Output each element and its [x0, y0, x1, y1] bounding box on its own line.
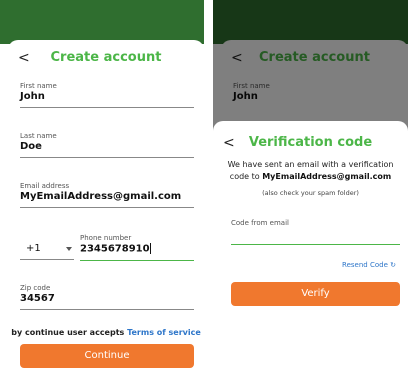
last-name-value[interactable]: Doe	[20, 141, 194, 153]
zip-code-value[interactable]: 34567	[20, 293, 194, 305]
first-name-underline	[20, 107, 194, 108]
country-code-value: +1	[26, 243, 41, 254]
email-label: Email address	[20, 182, 70, 190]
first-name-field[interactable]: First name John	[20, 82, 194, 108]
phone-number-value[interactable]: 2345678910	[80, 243, 194, 256]
verification-message: We have sent an email with a verificatio…	[223, 159, 398, 183]
terms-prefix: by continue user accepts	[11, 328, 125, 337]
last-name-label: Last name	[20, 132, 57, 140]
verification-sheet: < Verification code We have sent an emai…	[213, 121, 408, 375]
top-band	[0, 0, 204, 44]
first-name-value[interactable]: John	[20, 91, 194, 103]
refresh-icon: ↻	[390, 261, 396, 269]
resend-code-label: Resend Code	[342, 261, 388, 269]
code-from-email-value[interactable]	[231, 228, 400, 240]
resend-code-button[interactable]: Resend Code ↻	[342, 261, 396, 269]
last-name-underline	[20, 157, 194, 158]
phone-number-field[interactable]: Phone number 2345678910	[80, 234, 194, 261]
terms-text: by continue user accepts Terms of servic…	[8, 328, 204, 337]
phone-number-underline	[80, 259, 194, 261]
text-cursor	[149, 243, 151, 254]
create-account-header: < Create account	[8, 48, 204, 68]
verify-button[interactable]: Verify	[231, 282, 400, 306]
spam-note: (also check your spam folder)	[262, 189, 359, 197]
verification-message-prefix: code to	[229, 172, 260, 181]
first-name-label: First name	[20, 82, 57, 90]
zip-code-underline	[20, 309, 194, 310]
last-name-field[interactable]: Last name Doe	[20, 132, 194, 158]
country-code-select[interactable]: +1	[20, 234, 74, 260]
page-title: Create account	[50, 50, 162, 65]
email-underline	[20, 207, 194, 208]
verification-title: Verification code	[248, 135, 373, 150]
code-from-email-label: Code from email	[231, 219, 289, 227]
terms-of-service-link[interactable]: Terms of service	[127, 328, 201, 337]
verification-email: MyEmailAddress@gmail.com	[262, 172, 392, 181]
dropdown-arrow-icon	[66, 247, 72, 251]
create-account-sheet: < Create account First name John Last na…	[8, 40, 204, 375]
continue-button[interactable]: Continue	[20, 344, 194, 368]
create-account-screen: < Create account First name John Last na…	[0, 0, 204, 375]
email-field[interactable]: Email address MyEmailAddress@gmail.com	[20, 182, 194, 208]
code-from-email-underline	[231, 244, 400, 245]
phone-number-label: Phone number	[80, 234, 132, 242]
email-value[interactable]: MyEmailAddress@gmail.com	[20, 191, 194, 203]
verification-message-line2: code to MyEmailAddress@gmail.com	[223, 171, 398, 183]
verification-header: < Verification code	[213, 133, 408, 153]
country-code-underline	[20, 259, 74, 260]
verification-screen: < Create account First name John < Verif…	[213, 0, 408, 375]
zip-code-field[interactable]: Zip code 34567	[20, 284, 194, 310]
phone-number-text: 2345678910	[80, 243, 150, 255]
code-from-email-field[interactable]: Code from email	[231, 219, 400, 245]
verification-message-line1: We have sent an email with a verificatio…	[227, 160, 394, 169]
zip-code-label: Zip code	[20, 284, 51, 292]
